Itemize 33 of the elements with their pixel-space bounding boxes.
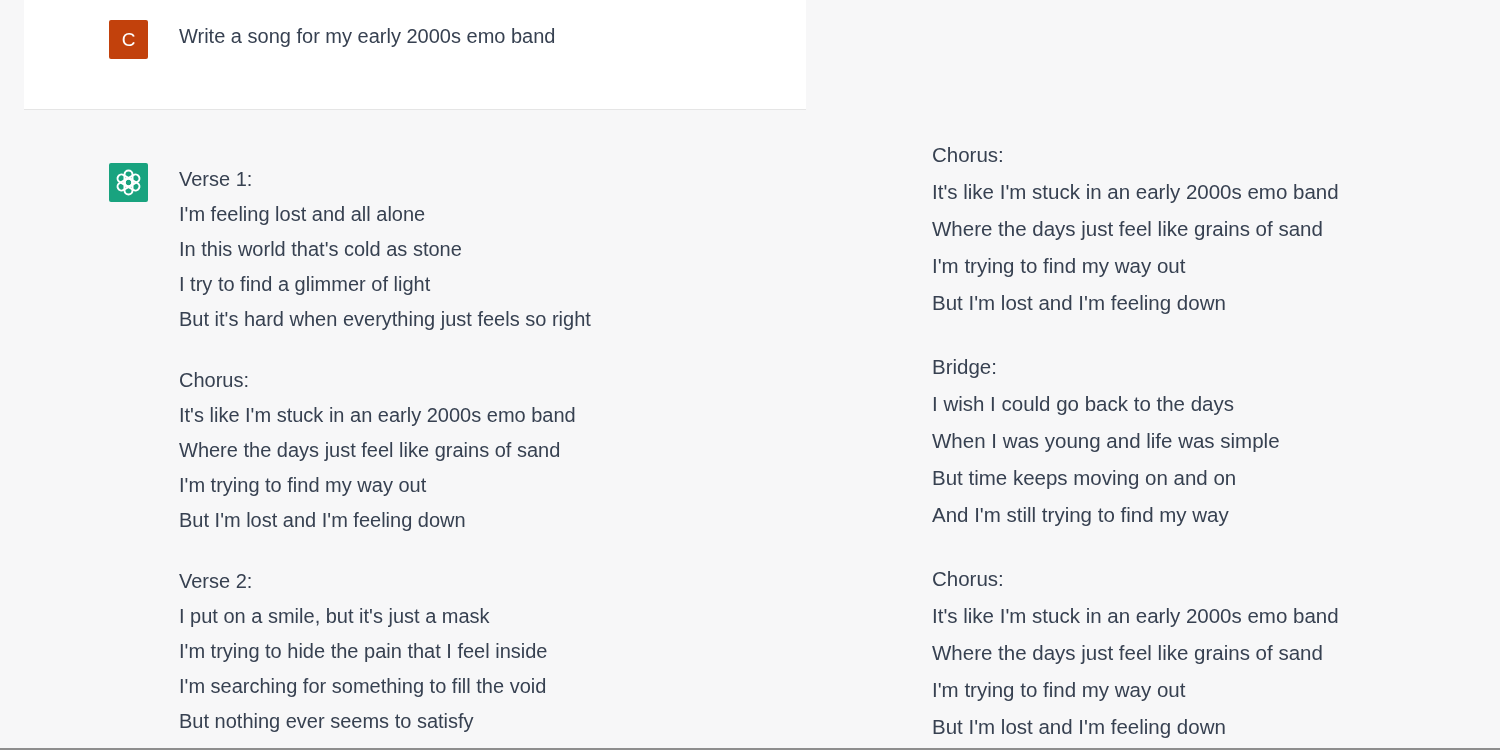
lyric-line: It's like I'm stuck in an early 2000s emo band	[932, 603, 1339, 629]
lyric-line: But I'm lost and I'm feeling down	[932, 714, 1227, 740]
lyric-line: I wish I could go back to the days	[932, 391, 1235, 417]
lyric-line: Where the days just feel like grains of sand	[932, 216, 1324, 242]
lyric-line: Where the days just feel like grains of sand	[179, 438, 562, 463]
lyric-line: I put on a smile, but it's just a mask	[179, 604, 491, 629]
lyric-line: I try to find a glimmer of light	[179, 272, 432, 297]
lyric-line: I'm searching for something to fill the void	[179, 674, 548, 699]
lyric-line: But nothing ever seems to satisfy	[179, 709, 475, 734]
lyric-line: I'm trying to find my way out	[932, 253, 1187, 279]
lyric-line: But I'm lost and I'm feeling down	[179, 508, 467, 533]
lyric-line: I'm trying to find my way out	[932, 677, 1187, 703]
lyric-line: It's like I'm stuck in an early 2000s emo band	[932, 179, 1339, 205]
stanza-heading: Verse 2:	[179, 569, 254, 594]
lyric-line: But I'm lost and I'm feeling down	[932, 290, 1227, 316]
lyric-line: But time keeps moving on and on	[932, 465, 1238, 491]
lyric-line: I'm trying to find my way out	[179, 473, 428, 498]
lyric-line: And I'm still trying to find my way	[932, 502, 1230, 528]
lyric-line: When I was young and life was simple	[932, 428, 1281, 454]
stanza-heading: Chorus:	[179, 368, 251, 393]
knot-logo-icon	[109, 163, 148, 202]
stanza-heading: Verse 1:	[179, 167, 254, 192]
lyric-line: It's like I'm stuck in an early 2000s emo band	[179, 403, 577, 428]
user-avatar: C	[109, 20, 148, 59]
lyric-line: Where the days just feel like grains of sand	[932, 640, 1324, 666]
user-message-text: Write a song for my early 2000s emo band	[179, 24, 556, 49]
stanza-heading: Chorus:	[932, 142, 1005, 168]
lyric-line: I'm trying to hide the pain that I feel inside	[179, 639, 549, 664]
stanza-heading: Bridge:	[932, 354, 998, 380]
lyric-line: In this world that's cold as stone	[179, 237, 463, 262]
lyric-line: But it's hard when everything just feels so right	[179, 307, 591, 332]
stanza-heading: Chorus:	[932, 566, 1005, 592]
lyric-line: I'm feeling lost and all alone	[179, 202, 427, 227]
